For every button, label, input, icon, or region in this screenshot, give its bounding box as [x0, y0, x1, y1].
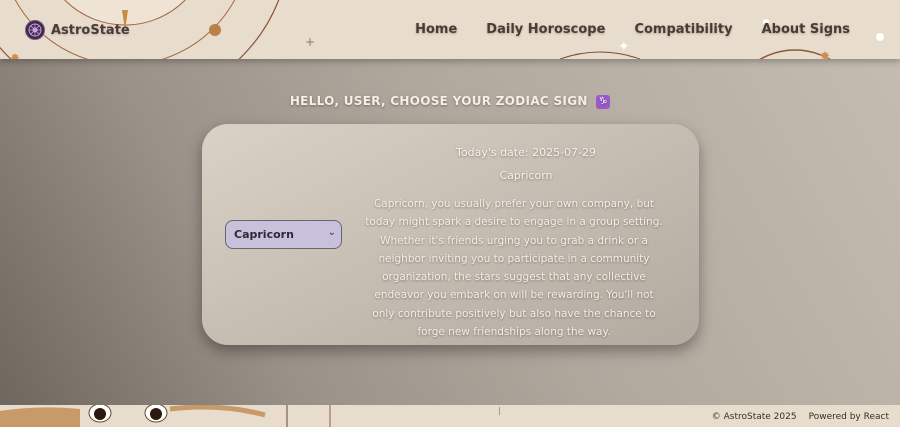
horoscope-text: Capricorn, you usually prefer your own c… [365, 198, 663, 339]
nav-home[interactable]: Home [415, 22, 457, 37]
todays-date: Today's date: 2025-07-29 [456, 146, 596, 159]
svg-text:✸: ✸ [10, 51, 20, 59]
copyright-text: © AstroState 2025 [711, 412, 797, 422]
page-heading: HELLO, USER, CHOOSE YOUR ZODIAC SIGN ♑ [0, 94, 900, 109]
main-content: HELLO, USER, CHOOSE YOUR ZODIAC SIGN ♑ C… [0, 59, 900, 405]
zodiac-wheel-icon [25, 20, 45, 40]
nav-compatibility[interactable]: Compatibility [634, 22, 732, 37]
svg-text:+: + [305, 35, 315, 49]
svg-text:✸: ✸ [820, 49, 830, 59]
selected-sign-name: Capricorn [499, 169, 553, 182]
capricorn-icon: ♑ [596, 94, 611, 109]
footer-text: © AstroState 2025 Powered by React [712, 412, 889, 422]
zodiac-select[interactable]: Capricorn ⌄ [225, 220, 342, 249]
svg-text:✦: ✦ [618, 39, 630, 55]
nav-daily-horoscope[interactable]: Daily Horoscope [486, 22, 605, 37]
svg-text:|: | [498, 406, 501, 415]
nav-about-signs[interactable]: About Signs [762, 22, 850, 37]
brand-name: AstroState [51, 22, 130, 38]
zodiac-select-value: Capricorn [234, 228, 294, 241]
horoscope-card: Capricorn ⌄ Today's date: 2025-07-29 Cap… [202, 124, 699, 345]
main-nav: Home Daily Horoscope Compatibility About… [415, 22, 850, 37]
site-header: + ✦ ✸ ✸ AstroState Home Daily Horoscope … [0, 0, 900, 59]
powered-by-text: Powered by React [808, 412, 889, 422]
brand[interactable]: AstroState [25, 20, 130, 40]
chevron-down-icon: ⌄ [327, 227, 336, 238]
site-footer: | © AstroState 2025 Powered by React [0, 405, 900, 427]
page-heading-text: HELLO, USER, CHOOSE YOUR ZODIAC SIGN [289, 94, 588, 108]
